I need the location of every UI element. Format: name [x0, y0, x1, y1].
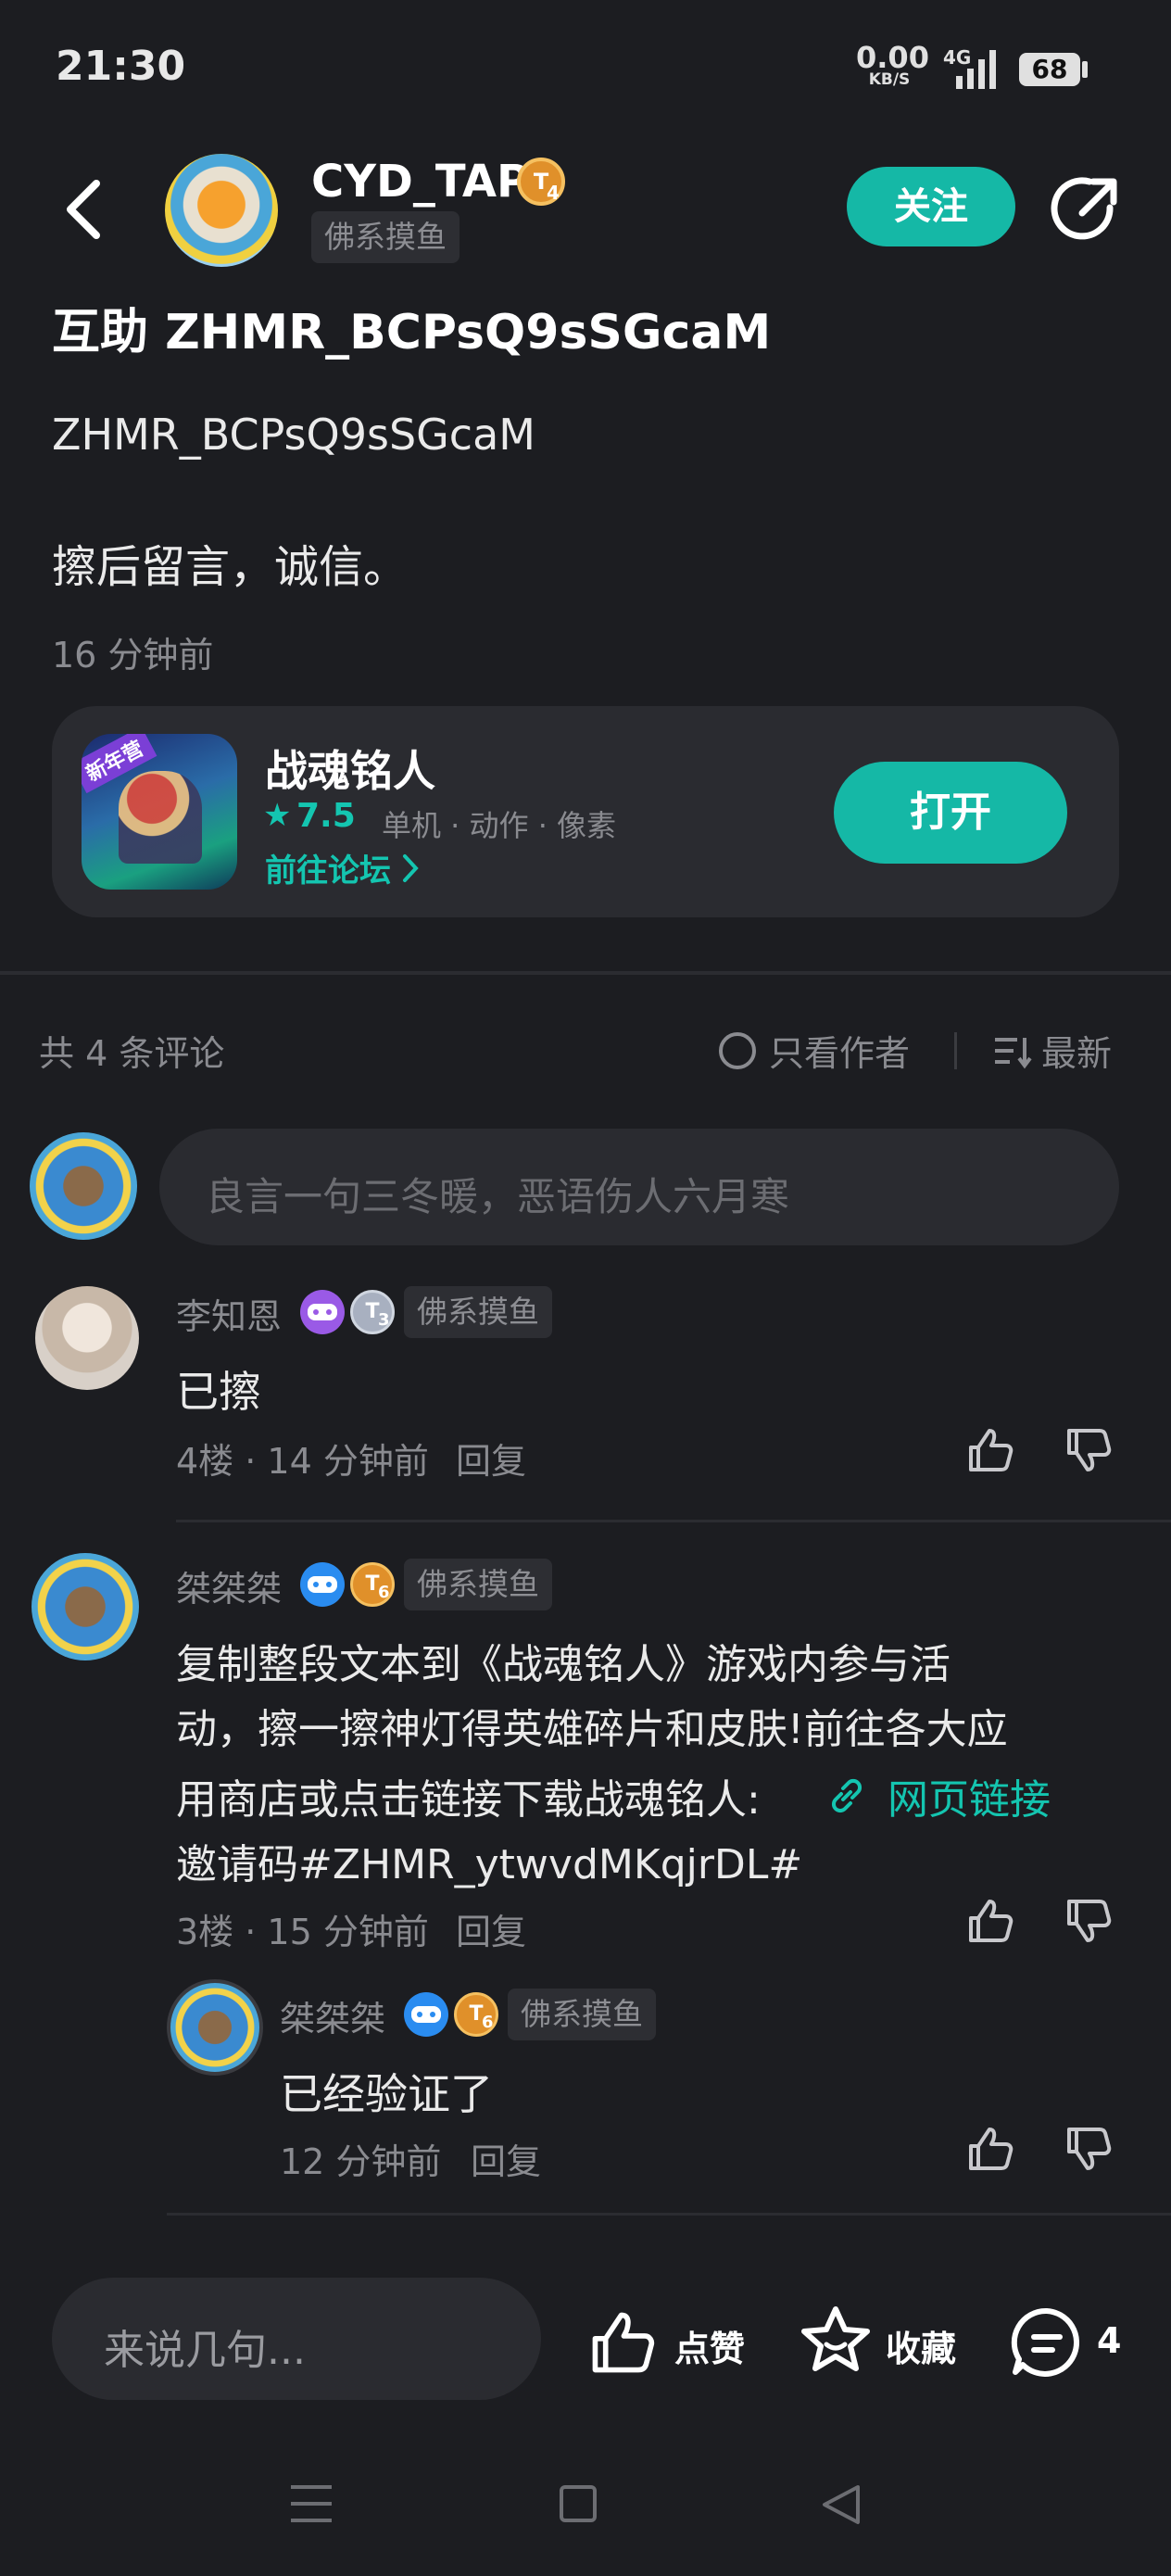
net-speed: 0.00 KB/S	[856, 40, 929, 89]
comment-bubble-icon[interactable]	[1010, 2305, 1084, 2380]
post-body-line2: 擦后留言，诚信。	[52, 541, 409, 593]
web-link[interactable]: 网页链接	[888, 1766, 1051, 1825]
commenter-tag: 佛系摸鱼	[404, 1286, 552, 1338]
my-avatar	[30, 1132, 137, 1240]
commenter-name[interactable]: 桀桀桀	[176, 1560, 282, 1611]
author-only-radio-icon[interactable]	[719, 1032, 756, 1069]
commenter-tag: 佛系摸鱼	[404, 1559, 552, 1610]
reply-button[interactable]: 回复	[471, 2133, 541, 2184]
author-avatar[interactable]	[165, 154, 278, 267]
sort-icon[interactable]	[993, 1034, 1032, 1069]
comment-divider	[167, 2213, 1171, 2216]
commenter-name[interactable]: 李知恩	[176, 1288, 282, 1339]
reply-user-tag: 佛系摸鱼	[508, 1989, 656, 2040]
reply-time: 12 分钟前	[280, 2141, 442, 2182]
share-icon[interactable]	[1049, 172, 1123, 246]
level-number: 4	[547, 182, 560, 204]
star-icon: ★	[263, 797, 292, 834]
link-icon[interactable]	[825, 1774, 869, 1818]
thumbs-up-icon[interactable]	[965, 1425, 1015, 1475]
gamepad-icon	[308, 1304, 337, 1320]
comment-text-line3: 用商店或点击链接下载战魂铭人:	[176, 1776, 761, 1824]
sort-newest[interactable]: 最新	[1041, 1025, 1112, 1076]
author-only-filter[interactable]: 只看作者	[769, 1025, 910, 1076]
back-arrow-icon[interactable]	[61, 178, 104, 241]
game-rating: 7.5	[296, 797, 356, 835]
back-icon[interactable]	[821, 2483, 862, 2526]
reply-button[interactable]: 回复	[456, 1903, 526, 1954]
comment-floor-time: 4楼 · 14 分钟前	[176, 1441, 429, 1482]
comment-count: 共 4 条评论	[39, 1033, 225, 1074]
comment-text: 已擦	[176, 1367, 261, 1417]
status-time: 21:30	[56, 43, 186, 90]
reply-user-name[interactable]: 桀桀桀	[280, 1990, 385, 2041]
thumbs-up-icon[interactable]	[965, 1896, 1015, 1946]
menu-icon[interactable]	[289, 2483, 334, 2524]
reply-button[interactable]: 回复	[456, 1433, 526, 1484]
forum-link[interactable]: 前往论坛	[265, 845, 391, 890]
thumbs-up-icon[interactable]	[965, 2124, 1015, 2174]
post-body-line1: ZHMR_BCPsQ9sSGcaM	[52, 410, 535, 460]
home-icon[interactable]	[560, 2485, 597, 2522]
level-number: 6	[482, 2013, 494, 2032]
favorite-label[interactable]: 收藏	[886, 2320, 956, 2371]
comment-text-line2: 动，擦一擦神灯得英雄碎片和皮肤!前往各大应	[176, 1706, 1008, 1753]
battery-icon: 68	[1019, 53, 1080, 86]
thumbs-up-icon[interactable]	[587, 2307, 658, 2378]
follow-button[interactable]: 关注	[847, 167, 1015, 246]
signal-icon	[956, 50, 996, 89]
star-outline-icon[interactable]	[799, 2304, 873, 2378]
author-name[interactable]: CYD_TAP	[311, 156, 529, 208]
gamepad-icon	[308, 1576, 337, 1593]
author-tag: 佛系摸鱼	[311, 211, 460, 263]
avatar[interactable]	[31, 1553, 139, 1661]
level-number: 6	[378, 1583, 390, 1602]
comment-input-placeholder[interactable]: 良言一句三冬暖，恶语伤人六月寒	[206, 1166, 789, 1222]
post-title: 互助 ZHMR_BCPsQ9sSGcaM	[52, 305, 772, 360]
comment-floor-time: 3楼 · 15 分钟前	[176, 1912, 429, 1952]
comment-text-line4: 邀请码#ZHMR_ytwvdMKqjrDL#	[176, 1841, 803, 1888]
game-name[interactable]: 战魂铭人	[265, 738, 435, 799]
game-tags: 单机 · 动作 · 像素	[382, 808, 617, 843]
section-divider	[0, 971, 1171, 975]
bottom-input-placeholder[interactable]: 来说几句...	[104, 2317, 306, 2376]
comment-text-line1: 复制整段文本到《战魂铭人》游戏内参与活	[176, 1641, 951, 1688]
status-bar: 21:30 0.00 KB/S 4G 68	[0, 0, 1171, 139]
post-time: 16 分钟前	[52, 635, 214, 676]
avatar[interactable]	[167, 1979, 263, 2076]
chevron-right-icon[interactable]	[400, 852, 421, 884]
thumbs-down-icon[interactable]	[1064, 2124, 1114, 2174]
comment-count-badge[interactable]: 4	[1097, 2320, 1121, 2361]
open-game-button[interactable]: 打开	[834, 762, 1067, 864]
avatar[interactable]	[35, 1286, 139, 1390]
thumbs-down-icon[interactable]	[1064, 1896, 1114, 1946]
game-icon[interactable]: 新年营	[82, 734, 237, 890]
comment-divider	[176, 1520, 1171, 1522]
reply-text: 已经验证了	[280, 2069, 493, 2119]
level-number: 3	[378, 1310, 390, 1330]
like-label[interactable]: 点赞	[674, 2320, 745, 2371]
gamepad-icon	[411, 2006, 441, 2023]
thumbs-down-icon[interactable]	[1064, 1425, 1114, 1475]
